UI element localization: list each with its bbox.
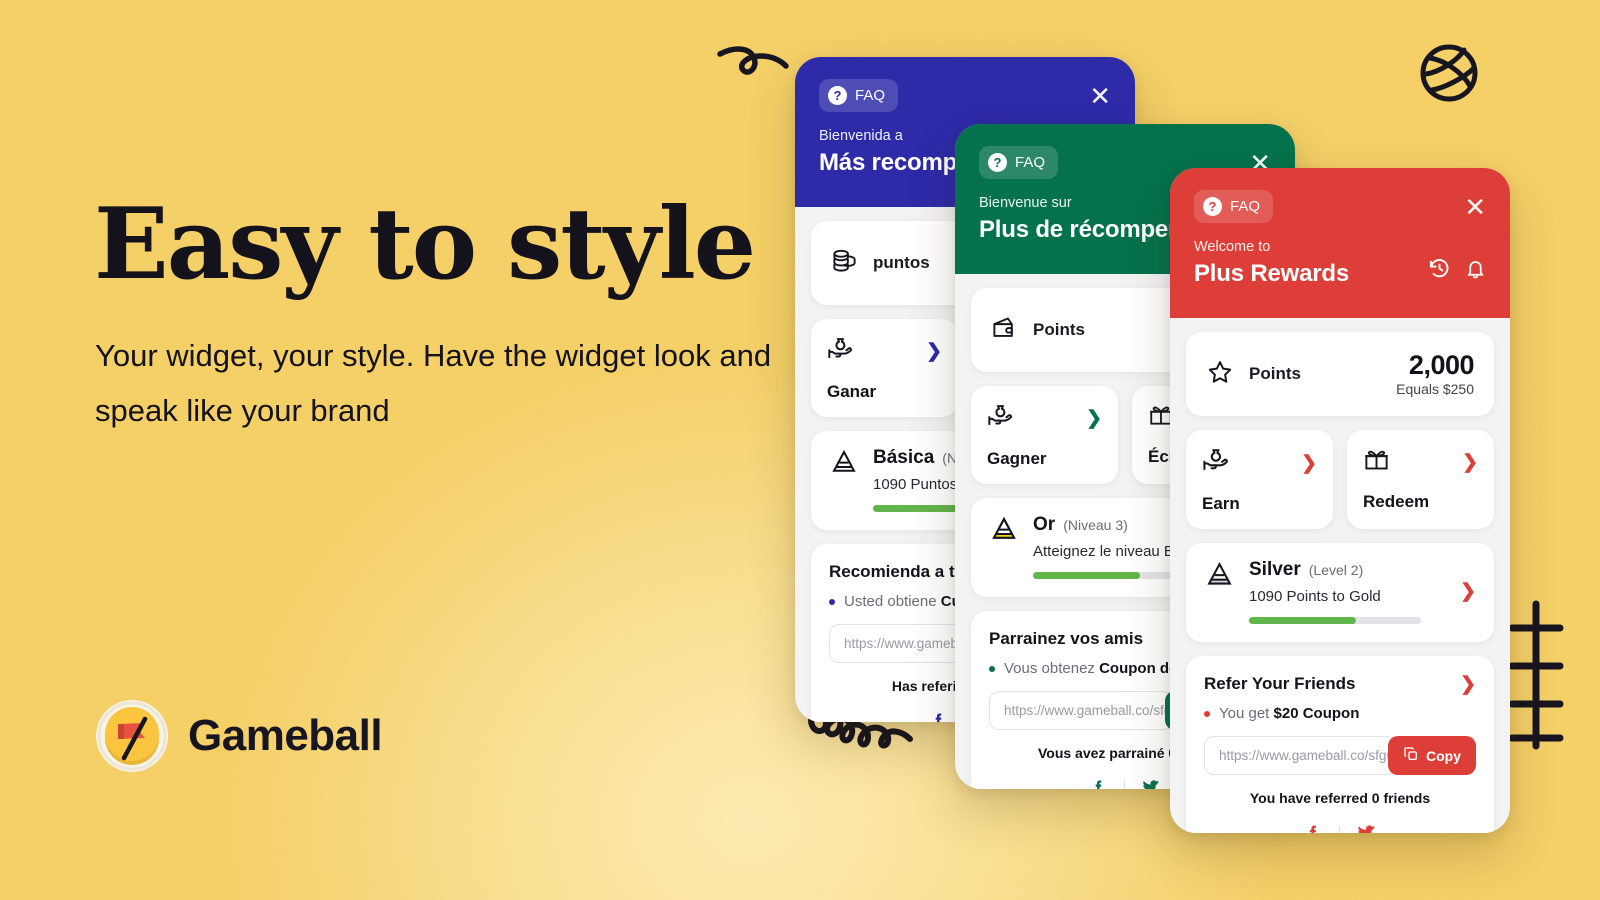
faq-label: FAQ bbox=[855, 87, 886, 104]
referral-title: Parrainez vos amis bbox=[989, 629, 1144, 649]
brand-logo: Gameball bbox=[96, 700, 383, 772]
bullet-dot bbox=[829, 598, 835, 605]
tier-note: 1090 Points to Gold bbox=[1249, 588, 1381, 606]
widget-header: ? FAQ ✕ Welcome to Plus Rewards bbox=[1170, 168, 1510, 318]
divider bbox=[1124, 780, 1125, 789]
tier-level: (Niveau 3) bbox=[1063, 517, 1128, 534]
question-mark-icon: ? bbox=[828, 86, 847, 105]
wallet-icon bbox=[991, 314, 1018, 346]
gift-icon bbox=[1363, 446, 1390, 478]
coins-stack-icon bbox=[831, 247, 858, 279]
referral-card[interactable]: Refer Your Friends ❯ You get $20 Coupon … bbox=[1186, 656, 1494, 833]
points-balance-card[interactable]: Points 2,000 Equals $250 bbox=[1186, 332, 1494, 417]
chevron-right-icon: ❯ bbox=[926, 341, 942, 363]
tier-pyramid-icon bbox=[989, 514, 1019, 549]
star-icon bbox=[1206, 358, 1234, 391]
earn-label: Earn bbox=[1202, 494, 1240, 514]
tier-level: (Level 2) bbox=[1308, 562, 1364, 579]
bullet-dot bbox=[989, 665, 995, 672]
tier-progress-bar bbox=[1249, 617, 1421, 625]
referral-link-input[interactable]: https://www.gameball.co/sfgG3.. bbox=[1204, 736, 1396, 776]
referral-count: You have referred 0 friends bbox=[1249, 790, 1431, 807]
faq-button[interactable]: ? FAQ bbox=[1194, 190, 1274, 223]
referral-link-input[interactable]: https://www.gameball.co/sfgG3.. bbox=[989, 691, 1173, 731]
copy-button[interactable]: Copy bbox=[1388, 736, 1476, 776]
referral-reward-prefix: Usted obtiene bbox=[844, 593, 937, 611]
chevron-right-icon: ❯ bbox=[1460, 581, 1476, 603]
chevron-right-icon: ❯ bbox=[1086, 408, 1102, 430]
history-icon[interactable] bbox=[1428, 257, 1451, 285]
divider bbox=[1339, 826, 1340, 833]
tier-name: Or bbox=[1033, 514, 1056, 536]
points-equivalent: Equals $250 bbox=[1396, 381, 1474, 398]
points-label: Points bbox=[1033, 320, 1085, 340]
referral-reward-prefix: Vous obtenez bbox=[1004, 660, 1095, 678]
welcome-subtitle: Welcome to bbox=[1194, 239, 1271, 255]
question-mark-icon: ? bbox=[1203, 197, 1222, 216]
welcome-title: Plus Rewards bbox=[1194, 260, 1349, 287]
redeem-tile[interactable]: ❯ Redeem bbox=[1347, 430, 1494, 530]
rewards-widget-en[interactable]: ? FAQ ✕ Welcome to Plus Rewards Points 2… bbox=[1170, 168, 1510, 833]
close-icon[interactable]: ✕ bbox=[1464, 194, 1486, 220]
hand-coin-icon bbox=[827, 335, 855, 368]
referral-reward-value: $20 Coupon bbox=[1273, 705, 1360, 723]
points-label: puntos bbox=[873, 253, 930, 273]
earn-tile[interactable]: ❯ Ganar bbox=[811, 319, 958, 418]
close-icon[interactable]: ✕ bbox=[1089, 83, 1111, 109]
page-title: Easy to style bbox=[94, 187, 756, 302]
referral-reward-prefix: You get bbox=[1219, 705, 1270, 723]
facebook-icon[interactable] bbox=[1303, 823, 1323, 833]
faq-label: FAQ bbox=[1230, 198, 1261, 215]
action-tiles: ❯ Earn ❯ Redeem bbox=[1186, 430, 1494, 530]
redeem-label: Redeem bbox=[1363, 492, 1430, 512]
chevron-right-icon: ❯ bbox=[1460, 673, 1476, 695]
faq-label: FAQ bbox=[1015, 154, 1046, 171]
faq-button[interactable]: ? FAQ bbox=[819, 79, 899, 112]
points-label: Points bbox=[1249, 364, 1301, 384]
earn-tile[interactable]: ❯ Gagner bbox=[971, 386, 1118, 485]
page-subtitle: Your widget, your style. Have the widget… bbox=[95, 338, 772, 429]
loop-squiggle-icon bbox=[714, 36, 794, 89]
tier-pyramid-icon bbox=[829, 447, 859, 482]
chevron-right-icon: ❯ bbox=[1301, 452, 1317, 474]
flag-logo-icon bbox=[96, 700, 168, 772]
copy-icon bbox=[1403, 746, 1419, 765]
brand-name: Gameball bbox=[188, 711, 383, 760]
chevron-right-icon: ❯ bbox=[1462, 451, 1478, 473]
referral-title: Refer Your Friends bbox=[1204, 674, 1356, 694]
ball-globe-icon bbox=[1418, 42, 1480, 109]
earn-label: Gagner bbox=[987, 449, 1047, 469]
bullet-dot bbox=[1204, 710, 1210, 717]
promo-banner: Easy to style Your widget, your style. H… bbox=[0, 0, 1600, 900]
bell-icon[interactable] bbox=[1465, 258, 1486, 285]
facebook-icon[interactable] bbox=[1089, 778, 1108, 789]
tier-progress-card[interactable]: Silver (Level 2) 1090 Points to Gold ❯ bbox=[1186, 543, 1494, 643]
twitter-icon[interactable] bbox=[1356, 822, 1377, 833]
hand-coin-icon bbox=[987, 402, 1015, 435]
ladder-lines-icon bbox=[1508, 600, 1564, 755]
copy-label: Copy bbox=[1426, 747, 1461, 764]
earn-tile[interactable]: ❯ Earn bbox=[1186, 430, 1333, 530]
tier-pyramid-icon bbox=[1204, 559, 1235, 595]
faq-button[interactable]: ? FAQ bbox=[979, 146, 1059, 179]
earn-label: Ganar bbox=[827, 382, 877, 402]
hand-coin-icon bbox=[1202, 446, 1231, 480]
twitter-icon[interactable] bbox=[1141, 777, 1161, 789]
question-mark-icon: ? bbox=[988, 153, 1007, 172]
facebook-icon[interactable] bbox=[929, 711, 948, 722]
tier-name: Básica bbox=[873, 447, 935, 469]
tier-name: Silver bbox=[1249, 559, 1301, 581]
points-value: 2,000 bbox=[1408, 350, 1475, 380]
